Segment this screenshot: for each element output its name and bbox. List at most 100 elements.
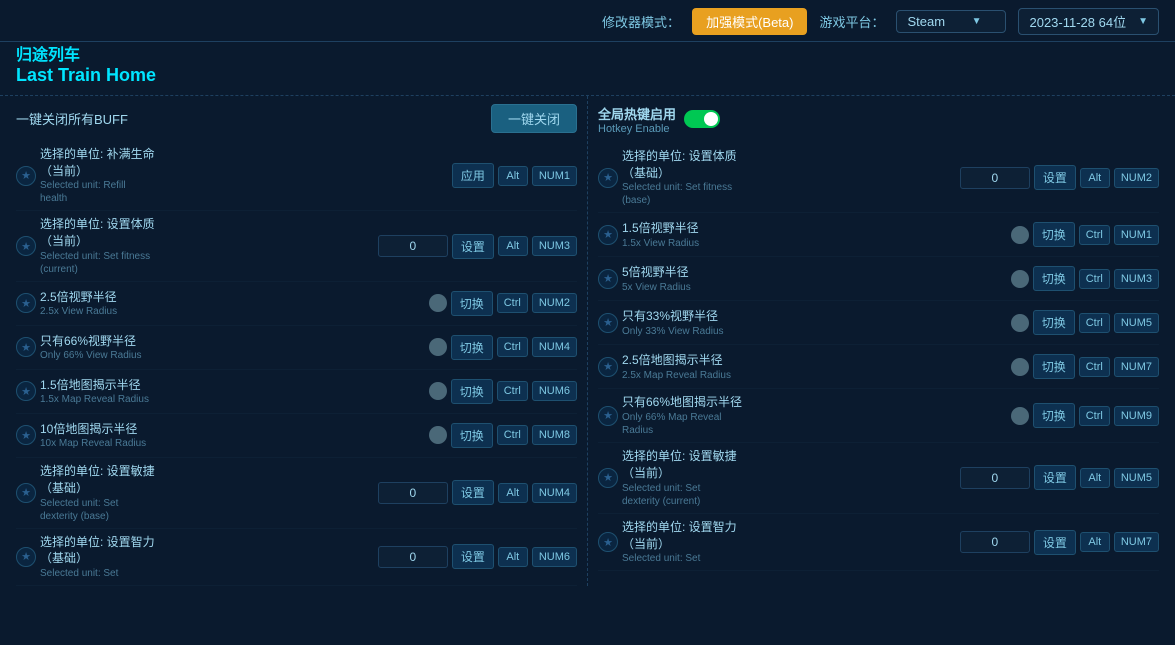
- key-modifier[interactable]: Ctrl: [497, 381, 528, 401]
- toggle-circle[interactable]: [429, 338, 447, 356]
- title-zh: 归途列车: [16, 46, 1159, 65]
- star-button[interactable]: ★: [16, 166, 36, 186]
- star-button[interactable]: ★: [16, 293, 36, 313]
- cheat-row: ★选择的单位: 设置敏捷 （基础）Selected unit: Set dext…: [16, 458, 577, 529]
- hotkey-toggle[interactable]: [684, 110, 720, 128]
- toggle-circle[interactable]: [1011, 270, 1029, 288]
- cheat-label: 只有33%视野半径Only 33% View Radius: [622, 308, 1007, 338]
- key-modifier[interactable]: Alt: [498, 236, 528, 256]
- key-modifier[interactable]: Alt: [498, 166, 528, 186]
- star-button[interactable]: ★: [598, 269, 618, 289]
- action-button[interactable]: 切换: [1033, 403, 1075, 428]
- star-button[interactable]: ★: [598, 225, 618, 245]
- action-button[interactable]: 切换: [1033, 310, 1075, 335]
- key-code[interactable]: NUM1: [532, 166, 577, 186]
- key-code[interactable]: NUM9: [1114, 406, 1159, 426]
- cheat-label: 选择的单位: 设置体质 （当前）Selected unit: Set fitne…: [40, 216, 374, 276]
- key-modifier[interactable]: Ctrl: [1079, 269, 1110, 289]
- star-button[interactable]: ★: [598, 357, 618, 377]
- cheat-label: 选择的单位: 设置敏捷 （当前）Selected unit: Set dexte…: [622, 448, 956, 508]
- key-modifier[interactable]: Ctrl: [497, 337, 528, 357]
- action-button[interactable]: 设置: [1034, 165, 1076, 190]
- cheat-row: ★选择的单位: 设置体质 （基础）Selected unit: Set fitn…: [598, 143, 1159, 214]
- key-code[interactable]: NUM8: [532, 425, 577, 445]
- toggle-circle[interactable]: [429, 294, 447, 312]
- star-button[interactable]: ★: [16, 337, 36, 357]
- action-button[interactable]: 设置: [1034, 530, 1076, 555]
- key-code[interactable]: NUM3: [1114, 269, 1159, 289]
- key-code[interactable]: NUM5: [1114, 468, 1159, 488]
- cheat-label: 选择的单位: 设置体质 （基础）Selected unit: Set fitne…: [622, 148, 956, 208]
- star-button[interactable]: ★: [598, 406, 618, 426]
- star-button[interactable]: ★: [598, 468, 618, 488]
- cheat-label: 只有66%视野半径Only 66% View Radius: [40, 333, 425, 363]
- key-modifier[interactable]: Ctrl: [1079, 406, 1110, 426]
- key-modifier[interactable]: Alt: [1080, 168, 1110, 188]
- action-button[interactable]: 切换: [1033, 266, 1075, 291]
- star-button[interactable]: ★: [598, 313, 618, 333]
- action-button[interactable]: 切换: [451, 335, 493, 360]
- value-input[interactable]: [378, 235, 448, 257]
- cheat-label: 选择的单位: 补满生命 （当前）Selected unit: Refill he…: [40, 146, 448, 206]
- key-code[interactable]: NUM2: [1114, 168, 1159, 188]
- key-code[interactable]: NUM6: [532, 381, 577, 401]
- star-button[interactable]: ★: [16, 236, 36, 256]
- key-modifier[interactable]: Ctrl: [497, 425, 528, 445]
- star-button[interactable]: ★: [598, 532, 618, 552]
- star-button[interactable]: ★: [16, 483, 36, 503]
- action-button[interactable]: 切换: [451, 291, 493, 316]
- left-top-bar: 一键关闭所有BUFF 一键关闭: [16, 96, 577, 141]
- key-code[interactable]: NUM6: [532, 547, 577, 567]
- cheat-label: 2.5倍视野半径2.5x View Radius: [40, 289, 425, 319]
- key-modifier[interactable]: Alt: [1080, 468, 1110, 488]
- key-modifier[interactable]: Alt: [498, 483, 528, 503]
- toggle-circle[interactable]: [429, 382, 447, 400]
- action-button[interactable]: 设置: [452, 544, 494, 569]
- toggle-circle[interactable]: [1011, 407, 1029, 425]
- action-button[interactable]: 切换: [451, 379, 493, 404]
- key-modifier[interactable]: Ctrl: [1079, 313, 1110, 333]
- action-button[interactable]: 切换: [1033, 222, 1075, 247]
- action-button[interactable]: 设置: [452, 480, 494, 505]
- key-code[interactable]: NUM1: [1114, 225, 1159, 245]
- value-input[interactable]: [378, 546, 448, 568]
- key-code[interactable]: NUM5: [1114, 313, 1159, 333]
- key-code[interactable]: NUM3: [532, 236, 577, 256]
- toggle-circle[interactable]: [1011, 314, 1029, 332]
- cheat-row: ★只有66%地图揭示半径Only 66% Map Reveal Radius切换…: [598, 389, 1159, 443]
- cheat-row: ★选择的单位: 设置敏捷 （当前）Selected unit: Set dext…: [598, 443, 1159, 514]
- star-button[interactable]: ★: [598, 168, 618, 188]
- toggle-circle[interactable]: [1011, 226, 1029, 244]
- action-button[interactable]: 设置: [452, 234, 494, 259]
- action-button[interactable]: 切换: [451, 423, 493, 448]
- star-button[interactable]: ★: [16, 425, 36, 445]
- mode-button[interactable]: 加强模式(Beta): [692, 8, 807, 35]
- cheat-label: 选择的单位: 设置敏捷 （基础）Selected unit: Set dexte…: [40, 463, 374, 523]
- title-bar: 归途列车 Last Train Home: [0, 42, 1175, 95]
- key-modifier[interactable]: Ctrl: [1079, 225, 1110, 245]
- value-input[interactable]: [960, 167, 1030, 189]
- key-modifier[interactable]: Ctrl: [497, 293, 528, 313]
- action-button[interactable]: 应用: [452, 163, 494, 188]
- key-code[interactable]: NUM4: [532, 337, 577, 357]
- key-code[interactable]: NUM7: [1114, 532, 1159, 552]
- value-input[interactable]: [960, 467, 1030, 489]
- key-modifier[interactable]: Ctrl: [1079, 357, 1110, 377]
- key-code[interactable]: NUM4: [532, 483, 577, 503]
- toggle-circle[interactable]: [1011, 358, 1029, 376]
- key-code[interactable]: NUM7: [1114, 357, 1159, 377]
- close-all-button[interactable]: 一键关闭: [491, 104, 577, 133]
- toggle-circle[interactable]: [429, 426, 447, 444]
- value-input[interactable]: [960, 531, 1030, 553]
- key-code[interactable]: NUM2: [532, 293, 577, 313]
- key-modifier[interactable]: Alt: [498, 547, 528, 567]
- cheat-row: ★选择的单位: 设置智力 （当前）Selected unit: Set设置Alt…: [598, 514, 1159, 572]
- platform-dropdown[interactable]: Steam ▼: [896, 10, 1006, 33]
- star-button[interactable]: ★: [16, 547, 36, 567]
- version-dropdown[interactable]: 2023-11-28 64位 ▼: [1018, 8, 1159, 35]
- value-input[interactable]: [378, 482, 448, 504]
- action-button[interactable]: 切换: [1033, 354, 1075, 379]
- key-modifier[interactable]: Alt: [1080, 532, 1110, 552]
- action-button[interactable]: 设置: [1034, 465, 1076, 490]
- star-button[interactable]: ★: [16, 381, 36, 401]
